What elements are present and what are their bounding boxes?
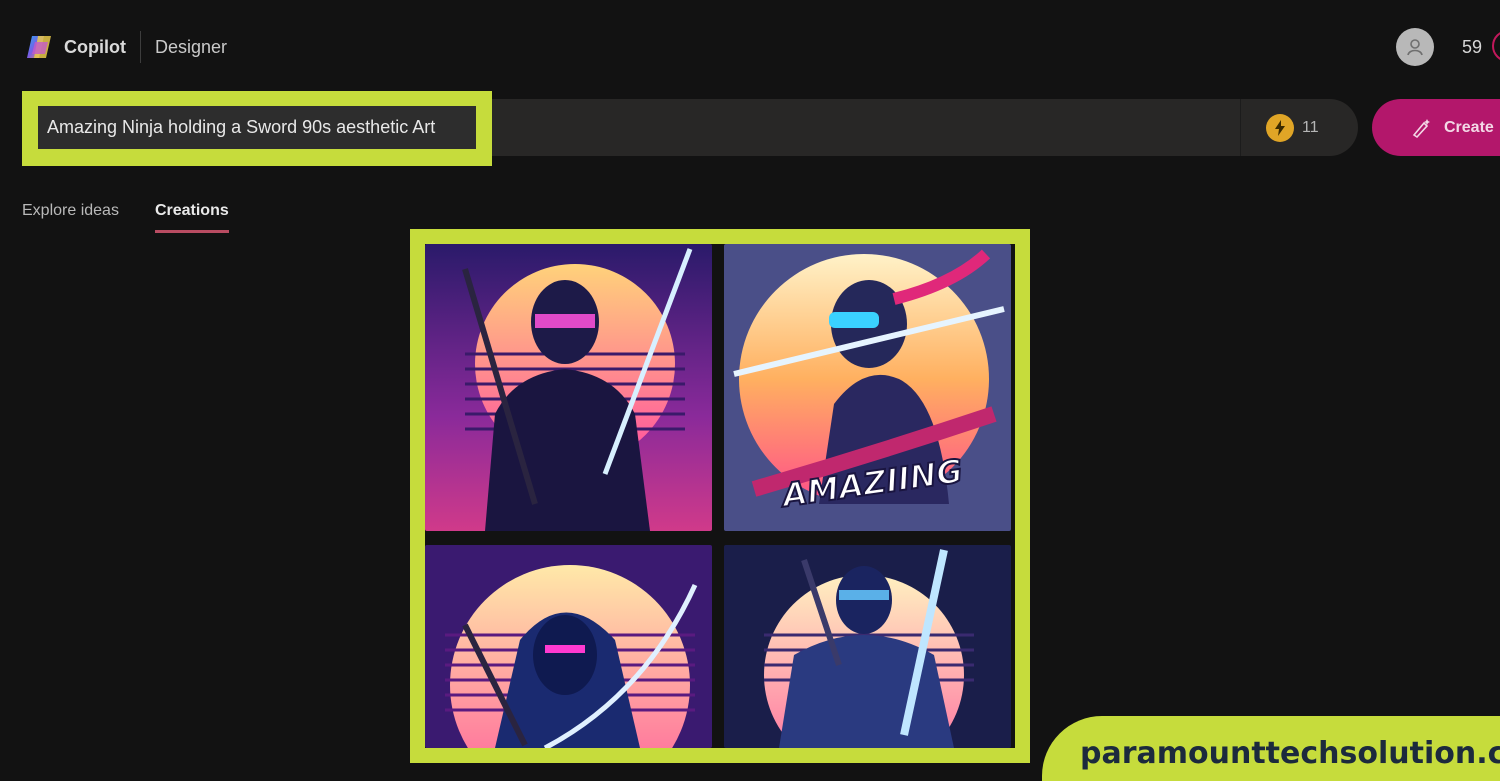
user-icon: [1407, 39, 1423, 56]
ninja-image-icon: [724, 545, 1011, 748]
app-header: Copilot Designer: [24, 26, 227, 68]
create-button-label: Create: [1444, 118, 1494, 136]
generated-image-2[interactable]: AMAZIING: [724, 244, 1011, 531]
copilot-logo-icon: [27, 36, 51, 58]
ninja-image-icon: AMAZIING: [724, 244, 1011, 531]
generated-image-1[interactable]: [425, 244, 712, 531]
tab-bar: Explore ideas Creations: [22, 202, 265, 233]
bolt-icon: [1266, 113, 1294, 142]
tab-explore-ideas[interactable]: Explore ideas: [22, 202, 119, 233]
header-divider: [139, 31, 141, 63]
boost-ring-icon[interactable]: [1492, 30, 1500, 62]
image-grid: AMAZIING: [425, 244, 1015, 748]
ninja-image-icon: [425, 545, 712, 748]
generated-image-4[interactable]: [724, 545, 1011, 748]
user-avatar[interactable]: [1396, 28, 1434, 66]
sparkle-pen-icon: [1412, 118, 1430, 138]
tab-creations[interactable]: Creations: [154, 202, 229, 233]
boosts-left-count: 11: [1302, 118, 1319, 136]
create-button[interactable]: Create: [1372, 99, 1500, 156]
designer-page: Copilot Designer 59 11 Create Explore id…: [0, 0, 1500, 781]
ninja-image-icon: [425, 244, 712, 531]
brand-name[interactable]: Copilot: [64, 37, 126, 58]
generated-image-3[interactable]: [425, 545, 712, 748]
product-name[interactable]: Designer: [155, 37, 227, 58]
header-boost-count: 59: [1462, 37, 1483, 57]
prompt-input[interactable]: [38, 106, 476, 149]
watermark-text: paramounttechsolution.com: [1080, 736, 1500, 771]
boosts-indicator[interactable]: 11: [1240, 99, 1358, 156]
creations-gallery-frame: AMAZIING: [410, 229, 1030, 763]
